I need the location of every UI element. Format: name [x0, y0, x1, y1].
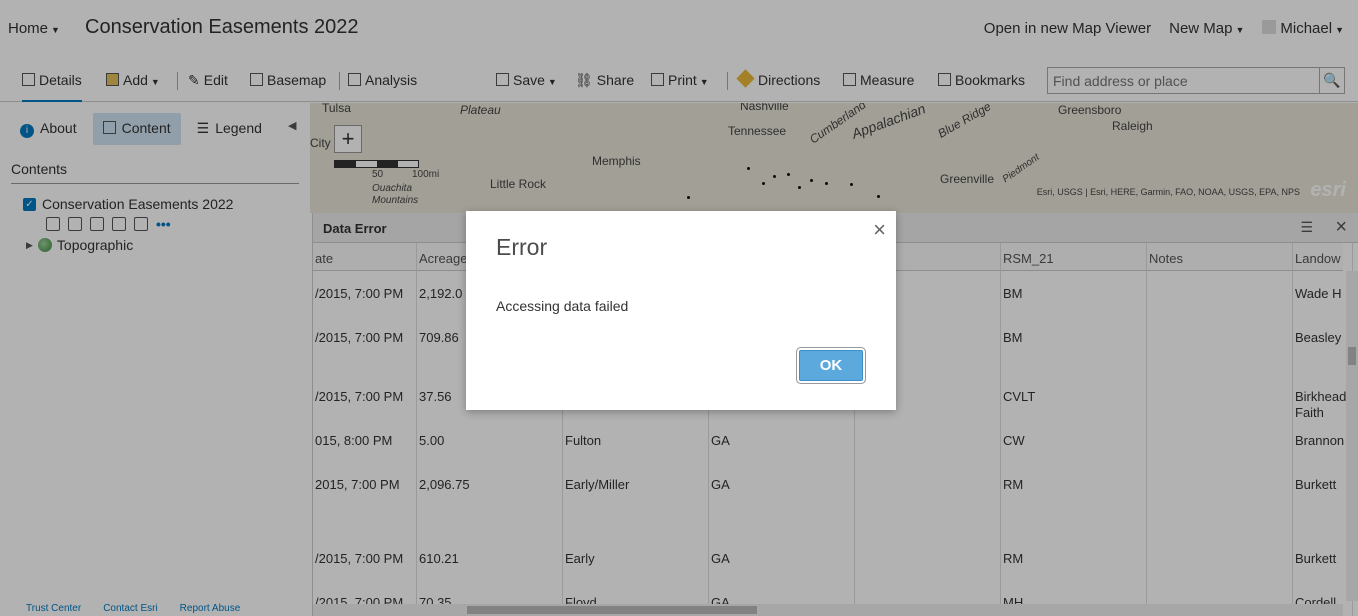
dialog-title: Error — [496, 234, 548, 260]
dialog-message: Accessing data failed — [496, 298, 629, 314]
ok-button[interactable]: OK — [799, 350, 863, 381]
error-dialog: Error × Accessing data failed OK — [466, 211, 896, 410]
close-icon[interactable]: × — [873, 217, 886, 243]
map-viewer: Home ▼ Conservation Easements 2022 Open i… — [0, 0, 1358, 616]
